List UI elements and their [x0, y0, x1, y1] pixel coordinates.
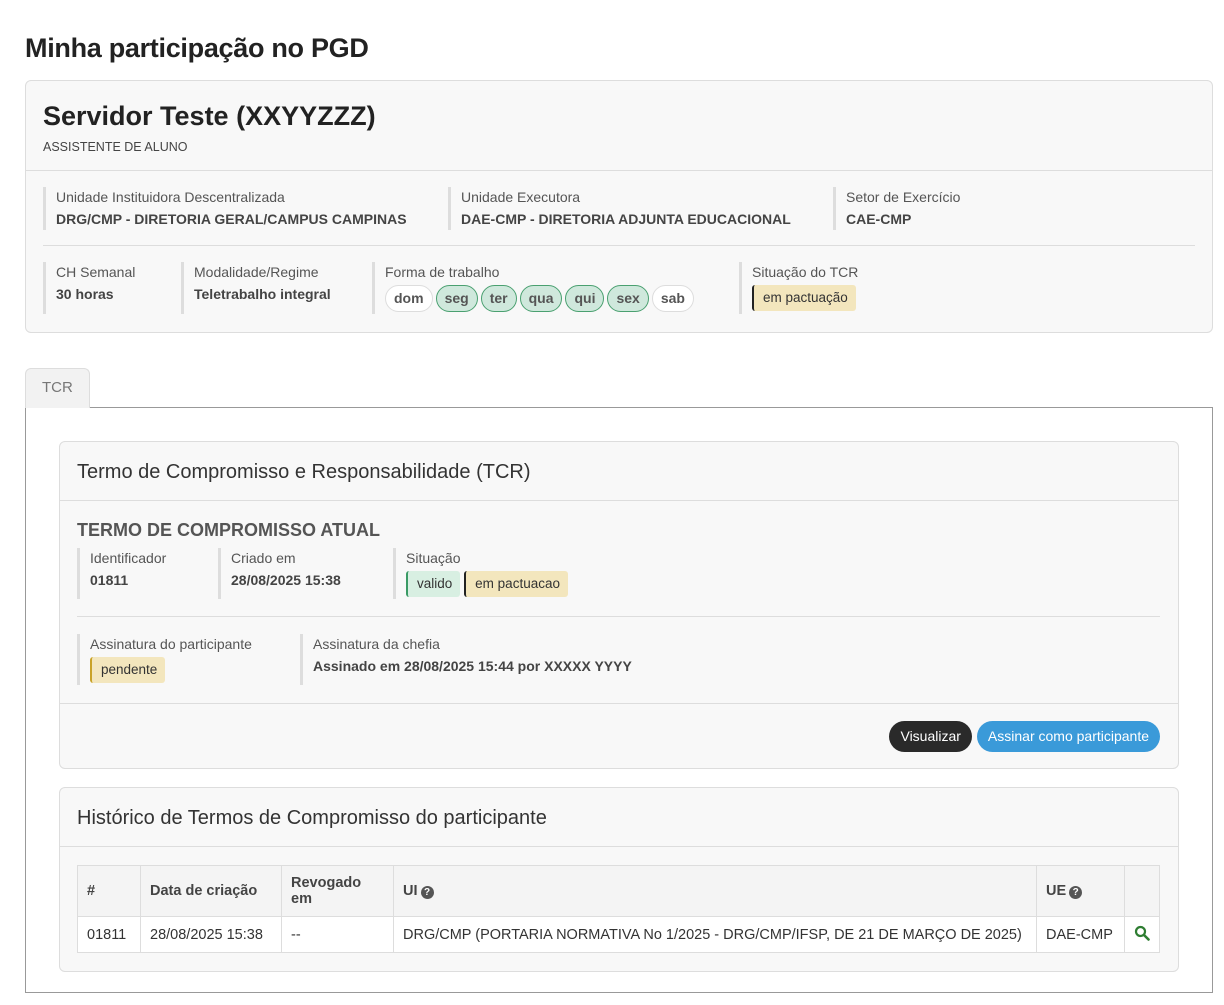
col-ue: UE? — [1036, 865, 1125, 917]
field-unidade-instituidora: Unidade Instituidora Descentralizada DRG… — [43, 187, 448, 230]
field-label: Assinatura do participante — [90, 636, 252, 652]
field-label: Modalidade/Regime — [194, 264, 319, 280]
weekday-dom: dom — [385, 285, 433, 312]
weekday-ter: ter — [480, 285, 517, 312]
field-unidade-executora: Unidade Executora DAE-CMP - DIRETORIA AD… — [448, 187, 833, 230]
weekday-sab: sab — [651, 285, 694, 312]
field-label: Situação — [406, 550, 461, 566]
tab-tcr[interactable]: TCR — [25, 368, 90, 408]
weekday-qui: qui — [565, 285, 605, 312]
field-value: 30 horas — [56, 286, 114, 302]
field-ch-semanal: CH Semanal 30 horas — [43, 262, 181, 314]
tcr-actions: Visualizar Assinar como participante — [60, 703, 1178, 768]
sign-as-participant-button[interactable]: Assinar como participante — [976, 721, 1160, 752]
field-label: Unidade Executora — [461, 189, 581, 205]
signatures-row: Assinatura do participante pendente Assi… — [77, 634, 1160, 685]
col-actions — [1124, 865, 1160, 917]
search-icon[interactable] — [1134, 925, 1150, 941]
participant-card: Servidor Teste (XXYYZZZ) ASSISTENTE DE A… — [25, 80, 1213, 333]
tab-panel-tcr: Termo de Compromisso e Responsabilidade … — [25, 407, 1213, 993]
field-criado-em: Criado em 28/08/2025 15:38 — [218, 548, 393, 599]
field-value: DRG/CMP - DIRETORIA GERAL/CAMPUS CAMPINA… — [56, 211, 407, 227]
tcr-card-title: Termo de Compromisso e Responsabilidade … — [60, 442, 1178, 501]
participant-header: Servidor Teste (XXYYZZZ) ASSISTENTE DE A… — [26, 81, 1212, 171]
status-badge-pendente: pendente — [90, 657, 166, 683]
cell-ui: DRG/CMP (PORTARIA NORMATIVA No 1/2025 - … — [393, 916, 1037, 953]
participant-role: ASSISTENTE DE ALUNO — [43, 140, 188, 154]
history-card: Histórico de Termos de Compromisso do pa… — [59, 787, 1179, 972]
current-term-title: TERMO DE COMPROMISSO ATUAL — [77, 520, 380, 540]
table-header-row: # Data de criação Revogado em UI? UE? — [77, 865, 1160, 917]
status-badge: em pactuação — [752, 285, 856, 311]
col-number: # — [77, 865, 141, 917]
field-setor-exercicio: Setor de Exercício CAE-CMP — [833, 187, 1033, 230]
field-situacao: Situação valido em pactuacao — [393, 548, 643, 599]
field-value: DAE-CMP - DIRETORIA ADJUNTA EDUCACIONAL — [461, 211, 791, 227]
field-value: Assinado em 28/08/2025 15:44 por XXXXX Y… — [313, 658, 632, 674]
field-label: Criado em — [231, 550, 296, 566]
participant-details: Unidade Instituidora Descentralizada DRG… — [26, 171, 1212, 332]
divider — [43, 245, 1195, 246]
units-row: Unidade Instituidora Descentralizada DRG… — [43, 187, 1195, 230]
col-data-criacao: Data de criação — [140, 865, 282, 917]
field-assinatura-participante: Assinatura do participante pendente — [77, 634, 300, 685]
page-title: Minha participação no PGD — [25, 33, 369, 63]
question-circle-icon[interactable]: ? — [1069, 886, 1083, 899]
field-label: Assinatura da chefia — [313, 636, 440, 652]
cell-data-criacao: 28/08/2025 15:38 — [140, 916, 282, 953]
history-card-title: Histórico de Termos de Compromisso do pa… — [60, 788, 1178, 847]
field-identificador: Identificador 01811 — [77, 548, 218, 599]
field-label: Unidade Instituidora Descentralizada — [56, 189, 285, 205]
weekday-sex: sex — [607, 285, 649, 312]
status-badge-pactuacao: em pactuacao — [464, 571, 568, 597]
cell-id: 01811 — [77, 916, 141, 953]
field-label: Setor de Exercício — [846, 189, 961, 205]
question-circle-icon[interactable]: ? — [420, 886, 434, 899]
divider — [77, 616, 1160, 617]
field-assinatura-chefia: Assinatura da chefia Assinado em 28/08/2… — [300, 634, 800, 685]
weekday-list: dom seg ter qua qui sex sab — [385, 285, 739, 312]
history-card-body: # Data de criação Revogado em UI? UE? 01… — [60, 847, 1178, 971]
field-label: Situação do TCR — [752, 264, 859, 280]
field-value: 01811 — [90, 572, 129, 588]
field-label: CH Semanal — [56, 264, 136, 280]
term-info-row: Identificador 01811 Criado em 28/08/2025… — [77, 548, 1160, 599]
col-ue-label: UE — [1046, 883, 1067, 899]
field-label: Forma de trabalho — [385, 264, 500, 280]
field-forma-trabalho: Forma de trabalho dom seg ter qua qui se… — [372, 262, 739, 314]
field-value: CAE-CMP — [846, 211, 912, 227]
field-label: Identificador — [90, 550, 167, 566]
col-ui-label: UI — [403, 883, 418, 899]
weekday-qua: qua — [519, 285, 563, 312]
col-revogado-em: Revogado em — [281, 865, 394, 917]
cell-revogado-em: -- — [281, 916, 394, 953]
view-button[interactable]: Visualizar — [889, 721, 972, 752]
cell-ue: DAE-CMP — [1036, 916, 1125, 953]
history-table: # Data de criação Revogado em UI? UE? 01… — [77, 865, 1160, 953]
field-value: 28/08/2025 15:38 — [231, 572, 341, 588]
page: Minha participação no PGD Servidor Teste… — [0, 0, 1224, 993]
field-modalidade: Modalidade/Regime Teletrabalho integral — [181, 262, 372, 314]
cell-actions — [1124, 916, 1160, 953]
weekday-seg: seg — [435, 285, 478, 312]
tcr-card-body: TERMO DE COMPROMISSO ATUAL Identificador… — [60, 501, 1178, 703]
status-badge-valido: valido — [406, 571, 461, 597]
participant-name: Servidor Teste (XXYYZZZ) — [43, 101, 376, 131]
field-situacao-tcr: Situação do TCR em pactuação — [739, 262, 939, 314]
col-ui: UI? — [393, 865, 1037, 917]
tcr-card: Termo de Compromisso e Responsabilidade … — [59, 441, 1179, 769]
work-row: CH Semanal 30 horas Modalidade/Regime Te… — [43, 262, 1195, 314]
field-value: Teletrabalho integral — [194, 286, 331, 302]
table-row: 01811 28/08/2025 15:38 -- DRG/CMP (PORTA… — [77, 916, 1160, 953]
tab-bar: TCR — [25, 368, 1213, 408]
